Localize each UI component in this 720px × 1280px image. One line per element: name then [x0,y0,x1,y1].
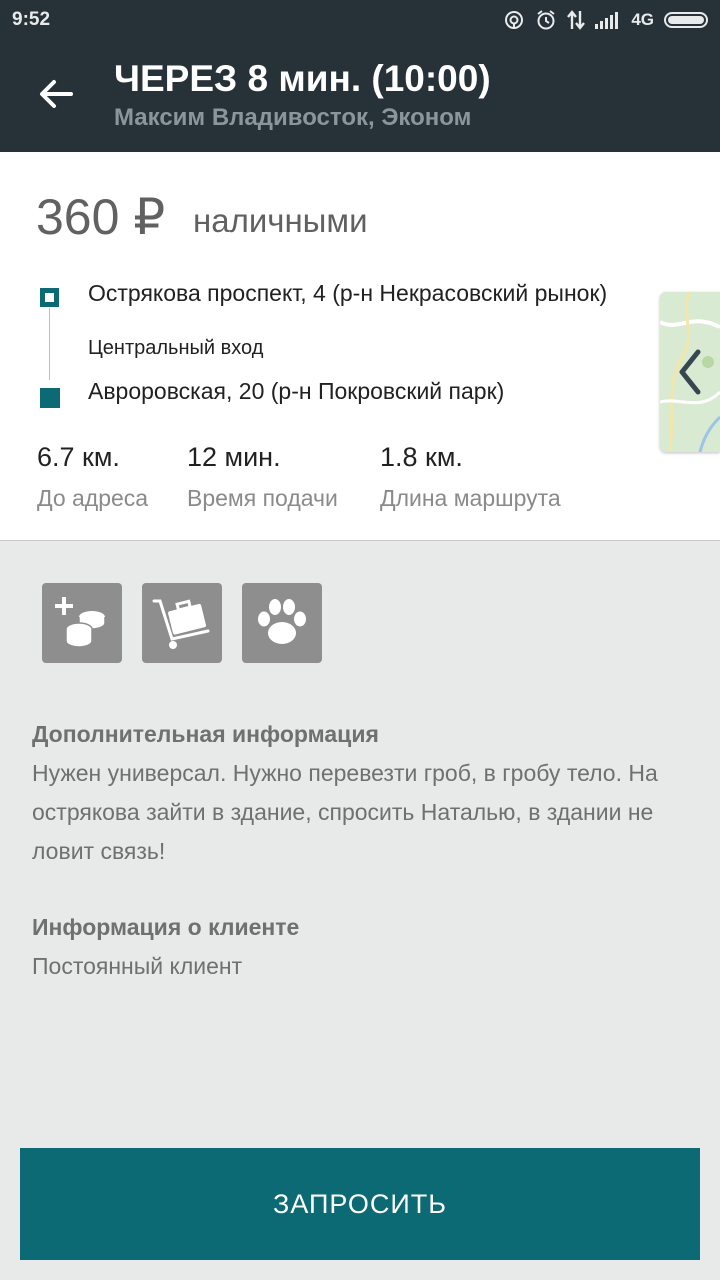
page-title: ЧЕРЕЗ 8 мин. (10:00) [114,58,491,99]
request-button[interactable]: ЗАПРОСИТЬ [20,1148,700,1260]
price: 360 ₽ [36,189,166,245]
stat-route-length: 1.8 км. Длина маршрута [380,442,561,512]
status-time: 9:52 [12,9,51,30]
order-options [42,583,322,663]
payment-type: наличными [193,202,368,239]
stat-value: 6.7 км. [37,442,120,472]
client-info-heading: Информация о клиенте [32,914,300,940]
pickup-note: Центральный вход [88,337,264,359]
option-extra-payment[interactable] [42,583,122,663]
pickup-address: Острякова проспект, 4 (р-н Некрасовский … [88,280,608,306]
coins-plus-icon [55,597,106,648]
destination-address: Авроровская, 20 (р-н Покровский парк) [88,378,505,404]
stat-value: 1.8 км. [380,442,463,472]
option-pets[interactable] [242,583,322,663]
back-button[interactable] [26,64,86,124]
arrow-left-icon [40,80,73,108]
client-info: Информация о клиенте Постоянный клиент [32,914,692,986]
additional-info: Дополнительная информация Нужен универса… [32,721,692,871]
luggage-cart-icon [152,599,210,649]
additional-info-heading: Дополнительная информация [32,721,379,747]
paw-icon [258,599,306,644]
pickup-marker-icon [40,288,59,307]
route-line [49,308,50,380]
stat-distance-to-address: 6.7 км. До адреса [37,442,148,512]
stat-label: Время подачи [187,485,338,511]
order-card: 360 ₽ наличными Острякова проспект, 4 (р… [0,152,720,541]
data-transfer-icon [567,10,586,30]
map-preview-button[interactable] [660,292,720,452]
signal-icon [595,12,619,29]
hotspot-icon [505,11,524,29]
status-bar: 9:52 4G [0,0,720,40]
stat-label: До адреса [37,485,149,511]
alarm-icon [537,10,555,30]
app-bar: ЧЕРЕЗ 8 мин. (10:00) Максим Владивосток,… [0,40,720,152]
stat-label: Длина маршрута [380,485,561,511]
status-icons: 4G [503,8,708,32]
additional-info-text: Нужен универсал. Нужно перевезти гроб, в… [32,760,658,864]
network-type: 4G [631,10,654,29]
page-subtitle: Максим Владивосток, Эконом [114,104,472,131]
destination-marker-icon [40,388,60,408]
client-info-text: Постоянный клиент [32,953,243,979]
map-thumbnail [660,292,720,452]
option-luggage[interactable] [142,583,222,663]
battery-icon [664,12,708,28]
stat-arrival-time: 12 мин. Время подачи [187,442,338,512]
stat-value: 12 мин. [187,442,281,472]
